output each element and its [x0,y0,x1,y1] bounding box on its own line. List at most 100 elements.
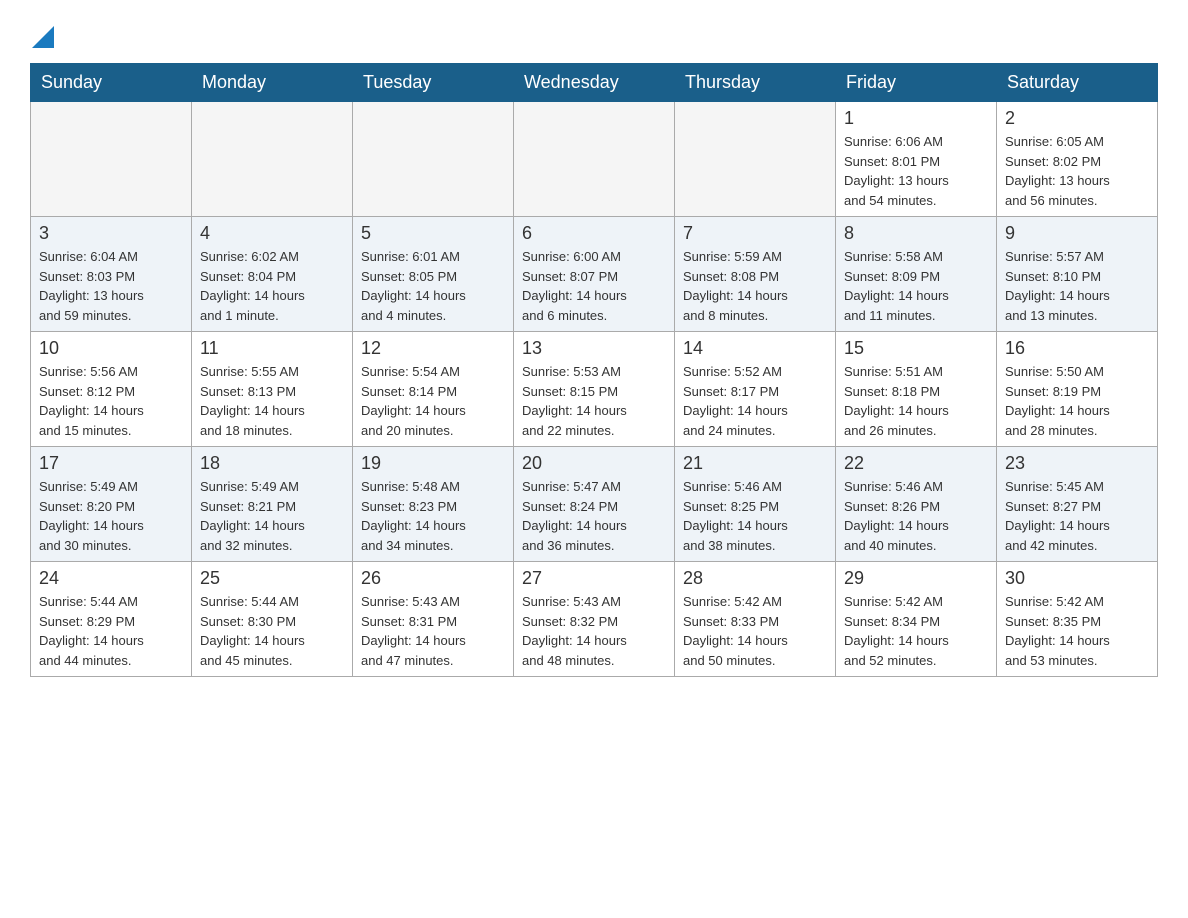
calendar-cell: 21 Sunrise: 5:46 AM Sunset: 8:25 PM Dayli… [675,447,836,562]
calendar-week-row: 10 Sunrise: 5:56 AM Sunset: 8:12 PM Dayli… [31,332,1158,447]
logo-triangle-icon [32,26,54,48]
calendar-cell: 29 Sunrise: 5:42 AM Sunset: 8:34 PM Dayli… [836,562,997,677]
calendar-cell: 19Sunrise: 5:48 AM Sunset: 8:23 PM Dayli… [353,447,514,562]
calendar-cell: 9 Sunrise: 5:57 AM Sunset: 8:10 PM Daylig… [997,217,1158,332]
day-number: 19 [361,453,505,474]
calendar-day-header: Wednesday [514,64,675,102]
calendar-cell: 17 Sunrise: 5:49 AM Sunset: 8:20 PM Dayli… [31,447,192,562]
calendar-cell: 5 Sunrise: 6:01 AM Sunset: 8:05 PM Daylig… [353,217,514,332]
calendar-cell [353,102,514,217]
calendar-day-header: Saturday [997,64,1158,102]
day-number: 16 [1005,338,1149,359]
calendar-cell: 26 Sunrise: 5:43 AM Sunset: 8:31 PM Dayli… [353,562,514,677]
day-info: Sunrise: 5:46 AM Sunset: 8:26 PM Dayligh… [844,477,988,555]
day-info: Sunrise: 6:05 AM Sunset: 8:02 PM Dayligh… [1005,132,1149,210]
calendar-cell [514,102,675,217]
calendar-cell: 8 Sunrise: 5:58 AM Sunset: 8:09 PM Daylig… [836,217,997,332]
day-number: 8 [844,223,988,244]
calendar-cell: 11 Sunrise: 5:55 AM Sunset: 8:13 PM Dayli… [192,332,353,447]
logo [30,20,54,53]
day-number: 22 [844,453,988,474]
day-info: Sunrise: 6:00 AM Sunset: 8:07 PM Dayligh… [522,247,666,325]
day-number: 29 [844,568,988,589]
day-info: Sunrise: 6:01 AM Sunset: 8:05 PM Dayligh… [361,247,505,325]
calendar-week-row: 3 Sunrise: 6:04 AM Sunset: 8:03 PM Daylig… [31,217,1158,332]
day-info: Sunrise: 5:58 AM Sunset: 8:09 PM Dayligh… [844,247,988,325]
day-info: Sunrise: 5:44 AM Sunset: 8:29 PM Dayligh… [39,592,183,670]
day-info: Sunrise: 5:42 AM Sunset: 8:34 PM Dayligh… [844,592,988,670]
page-header [30,20,1158,53]
calendar-table: SundayMondayTuesdayWednesdayThursdayFrid… [30,63,1158,677]
calendar-cell: 3 Sunrise: 6:04 AM Sunset: 8:03 PM Daylig… [31,217,192,332]
day-info: Sunrise: 5:49 AM Sunset: 8:20 PM Dayligh… [39,477,183,555]
day-number: 21 [683,453,827,474]
calendar-week-row: 24 Sunrise: 5:44 AM Sunset: 8:29 PM Dayli… [31,562,1158,677]
calendar-cell [675,102,836,217]
day-info: Sunrise: 5:45 AM Sunset: 8:27 PM Dayligh… [1005,477,1149,555]
calendar-cell: 6 Sunrise: 6:00 AM Sunset: 8:07 PM Daylig… [514,217,675,332]
day-info: Sunrise: 5:43 AM Sunset: 8:31 PM Dayligh… [361,592,505,670]
day-info: Sunrise: 5:42 AM Sunset: 8:33 PM Dayligh… [683,592,827,670]
day-number: 28 [683,568,827,589]
calendar-cell [31,102,192,217]
calendar-cell: 18 Sunrise: 5:49 AM Sunset: 8:21 PM Dayli… [192,447,353,562]
day-number: 17 [39,453,183,474]
day-info: Sunrise: 5:57 AM Sunset: 8:10 PM Dayligh… [1005,247,1149,325]
day-info: Sunrise: 5:55 AM Sunset: 8:13 PM Dayligh… [200,362,344,440]
calendar-cell: 10 Sunrise: 5:56 AM Sunset: 8:12 PM Dayli… [31,332,192,447]
calendar-cell: 30 Sunrise: 5:42 AM Sunset: 8:35 PM Dayli… [997,562,1158,677]
day-info: Sunrise: 5:50 AM Sunset: 8:19 PM Dayligh… [1005,362,1149,440]
day-number: 10 [39,338,183,359]
calendar-day-header: Tuesday [353,64,514,102]
calendar-day-header: Friday [836,64,997,102]
day-number: 24 [39,568,183,589]
day-number: 4 [200,223,344,244]
calendar-cell: 14 Sunrise: 5:52 AM Sunset: 8:17 PM Dayli… [675,332,836,447]
calendar-cell: 22 Sunrise: 5:46 AM Sunset: 8:26 PM Dayli… [836,447,997,562]
day-info: Sunrise: 5:46 AM Sunset: 8:25 PM Dayligh… [683,477,827,555]
calendar-week-row: 1Sunrise: 6:06 AM Sunset: 8:01 PM Daylig… [31,102,1158,217]
day-info: Sunrise: 5:56 AM Sunset: 8:12 PM Dayligh… [39,362,183,440]
day-number: 7 [683,223,827,244]
day-info: Sunrise: 5:51 AM Sunset: 8:18 PM Dayligh… [844,362,988,440]
day-number: 11 [200,338,344,359]
calendar-week-row: 17 Sunrise: 5:49 AM Sunset: 8:20 PM Dayli… [31,447,1158,562]
day-number: 6 [522,223,666,244]
calendar-cell: 16 Sunrise: 5:50 AM Sunset: 8:19 PM Dayli… [997,332,1158,447]
day-number: 1 [844,108,988,129]
calendar-cell: 1Sunrise: 6:06 AM Sunset: 8:01 PM Daylig… [836,102,997,217]
day-info: Sunrise: 5:43 AM Sunset: 8:32 PM Dayligh… [522,592,666,670]
calendar-cell: 24 Sunrise: 5:44 AM Sunset: 8:29 PM Dayli… [31,562,192,677]
day-number: 9 [1005,223,1149,244]
day-number: 30 [1005,568,1149,589]
day-info: Sunrise: 5:44 AM Sunset: 8:30 PM Dayligh… [200,592,344,670]
day-info: Sunrise: 5:59 AM Sunset: 8:08 PM Dayligh… [683,247,827,325]
day-info: Sunrise: 6:02 AM Sunset: 8:04 PM Dayligh… [200,247,344,325]
day-number: 26 [361,568,505,589]
day-number: 14 [683,338,827,359]
day-number: 12 [361,338,505,359]
calendar-cell: 4 Sunrise: 6:02 AM Sunset: 8:04 PM Daylig… [192,217,353,332]
day-info: Sunrise: 5:47 AM Sunset: 8:24 PM Dayligh… [522,477,666,555]
day-info: Sunrise: 5:52 AM Sunset: 8:17 PM Dayligh… [683,362,827,440]
calendar-cell: 20 Sunrise: 5:47 AM Sunset: 8:24 PM Dayli… [514,447,675,562]
day-number: 18 [200,453,344,474]
calendar-cell: 15 Sunrise: 5:51 AM Sunset: 8:18 PM Dayli… [836,332,997,447]
day-info: Sunrise: 5:49 AM Sunset: 8:21 PM Dayligh… [200,477,344,555]
calendar-cell: 13 Sunrise: 5:53 AM Sunset: 8:15 PM Dayli… [514,332,675,447]
day-number: 5 [361,223,505,244]
day-info: Sunrise: 5:42 AM Sunset: 8:35 PM Dayligh… [1005,592,1149,670]
day-info: Sunrise: 5:54 AM Sunset: 8:14 PM Dayligh… [361,362,505,440]
day-number: 25 [200,568,344,589]
calendar-cell: 28 Sunrise: 5:42 AM Sunset: 8:33 PM Dayli… [675,562,836,677]
day-number: 13 [522,338,666,359]
calendar-cell: 12 Sunrise: 5:54 AM Sunset: 8:14 PM Dayli… [353,332,514,447]
day-number: 15 [844,338,988,359]
calendar-cell: 27Sunrise: 5:43 AM Sunset: 8:32 PM Dayli… [514,562,675,677]
calendar-day-header: Monday [192,64,353,102]
day-info: Sunrise: 6:04 AM Sunset: 8:03 PM Dayligh… [39,247,183,325]
calendar-header-row: SundayMondayTuesdayWednesdayThursdayFrid… [31,64,1158,102]
day-number: 3 [39,223,183,244]
day-number: 20 [522,453,666,474]
day-info: Sunrise: 5:53 AM Sunset: 8:15 PM Dayligh… [522,362,666,440]
